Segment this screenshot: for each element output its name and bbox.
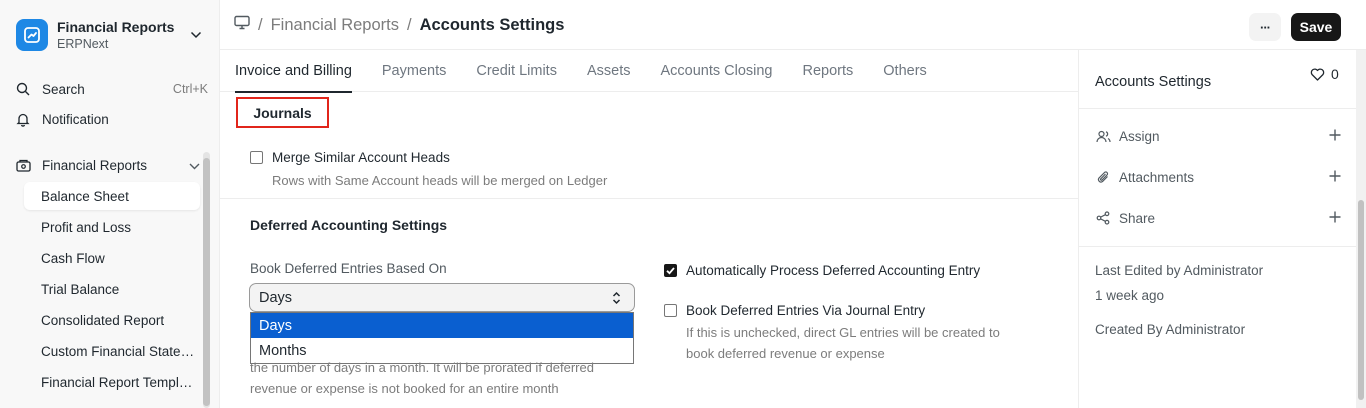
sidebar-item-financial-report-templates[interactable]: Financial Report Templates: [24, 368, 200, 396]
plus-icon[interactable]: [1329, 129, 1341, 144]
sidebar-item-label: Profit and Loss: [41, 219, 132, 235]
sidebar-scrollbar-thumb[interactable]: [203, 158, 210, 406]
sidebar: Financial Reports ERPNext Search Ctrl+K …: [0, 0, 220, 408]
section-heading-journals: Journals: [236, 97, 329, 128]
chevron-down-icon: [189, 158, 200, 173]
auto-process-checkbox[interactable]: [664, 264, 677, 277]
via-journal-description-2: book deferred revenue or expense: [686, 346, 885, 361]
select-option-days[interactable]: Days: [251, 313, 633, 338]
auto-process-label: Automatically Process Deferred Accountin…: [686, 263, 981, 278]
heart-icon: [1310, 67, 1325, 81]
paperclip-icon: [1095, 170, 1111, 185]
page-scrollbar-thumb[interactable]: [1358, 200, 1364, 400]
topbar: / Financial Reports / Accounts Settings …: [220, 0, 1366, 50]
chevron-down-icon: [186, 31, 206, 39]
breadcrumb-separator: /: [258, 15, 263, 34]
sidebar-item-cash-flow[interactable]: Cash Flow: [24, 244, 200, 272]
assign-label: Assign: [1119, 128, 1160, 144]
app-switcher[interactable]: Financial Reports ERPNext: [8, 10, 212, 60]
like-count: 0: [1331, 66, 1339, 82]
assign-row[interactable]: Assign: [1095, 125, 1341, 147]
plus-icon[interactable]: [1329, 170, 1341, 185]
tab-accounts-closing[interactable]: Accounts Closing: [645, 50, 787, 92]
sidebar-item-label: Consolidated Report: [41, 312, 165, 328]
tab-bar: Invoice and Billing Payments Credit Limi…: [220, 50, 1078, 93]
sidebar-search[interactable]: Search Ctrl+K: [8, 75, 212, 103]
search-icon: [14, 82, 32, 96]
sidebar-item-label: Custom Financial Statements: [41, 343, 195, 359]
divider: [1079, 246, 1357, 247]
sidebar-item-label: Financial Report Templates: [41, 374, 195, 390]
ellipsis-icon: ···: [1260, 19, 1271, 35]
page-scrollbar[interactable]: [1356, 50, 1366, 408]
users-icon: [1095, 130, 1111, 143]
breadcrumb-separator: /: [406, 15, 412, 34]
tab-payments[interactable]: Payments: [367, 50, 461, 92]
created-by[interactable]: Created By Administrator: [1095, 322, 1245, 337]
section-divider: [220, 198, 1078, 199]
share-row[interactable]: Share: [1095, 207, 1341, 229]
breadcrumb-root[interactable]: Financial Reports: [271, 16, 399, 35]
book-deferred-description-1: the number of days in a month. It will b…: [250, 360, 594, 375]
bell-icon: [14, 112, 32, 127]
app-subtitle: ERPNext: [57, 37, 109, 51]
via-journal-entry-field[interactable]: Book Deferred Entries Via Journal Entry: [664, 303, 925, 318]
app-logo-icon: [16, 19, 48, 51]
share-label: Share: [1119, 210, 1156, 226]
sidebar-item-custom-financial-statements[interactable]: Custom Financial Statements: [24, 337, 200, 365]
sidebar-section-financial-reports[interactable]: Financial Reports: [8, 151, 212, 179]
search-label: Search: [42, 81, 85, 97]
report-icon: [14, 159, 32, 172]
last-edited-by[interactable]: Last Edited by Administrator: [1095, 263, 1263, 278]
last-edited-time: 1 week ago: [1095, 288, 1165, 303]
desktop-icon[interactable]: [234, 15, 250, 35]
app-title: Financial Reports: [57, 19, 175, 35]
save-button[interactable]: Save: [1291, 13, 1341, 41]
section-label: Financial Reports: [42, 157, 148, 173]
breadcrumb: / Financial Reports / Accounts Settings: [234, 15, 564, 35]
sidebar-scrollbar[interactable]: [203, 152, 210, 408]
sidebar-item-label: Balance Sheet: [41, 188, 129, 204]
tab-credit-limits[interactable]: Credit Limits: [461, 50, 572, 92]
search-shortcut: Ctrl+K: [172, 82, 208, 96]
form-body: Journals Merge Similar Account Heads Row…: [220, 92, 1078, 408]
book-deferred-based-on-select[interactable]: Days: [249, 283, 635, 312]
tab-reports[interactable]: Reports: [788, 50, 869, 92]
divider: [1079, 108, 1357, 109]
book-deferred-description-2: revenue or expense is not booked for an …: [250, 381, 559, 396]
like-button[interactable]: 0: [1310, 66, 1339, 82]
more-options-button[interactable]: ···: [1249, 13, 1281, 41]
auto-process-deferred-field[interactable]: Automatically Process Deferred Accountin…: [664, 263, 980, 278]
sidebar-item-consolidated-report[interactable]: Consolidated Report: [24, 306, 200, 334]
select-value: Days: [259, 289, 293, 306]
page-title: Accounts Settings: [419, 15, 565, 34]
notification-label: Notification: [42, 111, 109, 127]
plus-icon[interactable]: [1329, 211, 1341, 226]
share-icon: [1095, 211, 1111, 225]
check-icon: [666, 267, 675, 275]
book-deferred-based-on-label: Book Deferred Entries Based On: [250, 261, 447, 276]
tab-others[interactable]: Others: [868, 50, 942, 92]
merge-description: Rows with Same Account heads will be mer…: [272, 173, 608, 188]
via-journal-label: Book Deferred Entries Via Journal Entry: [686, 303, 926, 318]
select-arrows-icon: [612, 291, 621, 309]
via-journal-description-1: If this is unchecked, direct GL entries …: [686, 325, 1000, 340]
merge-similar-account-heads-field[interactable]: Merge Similar Account Heads: [250, 150, 450, 165]
sidebar-item-balance-sheet[interactable]: Balance Sheet: [24, 182, 200, 210]
merge-checkbox[interactable]: [250, 151, 263, 164]
sidebar-item-profit-and-loss[interactable]: Profit and Loss: [24, 213, 200, 241]
form-sidebar: Accounts Settings 0 Assign Attachments S…: [1078, 50, 1357, 408]
attachments-label: Attachments: [1119, 169, 1195, 185]
via-journal-checkbox[interactable]: [664, 304, 677, 317]
sidebar-item-trial-balance[interactable]: Trial Balance: [24, 275, 200, 303]
tab-assets[interactable]: Assets: [572, 50, 646, 92]
attachments-row[interactable]: Attachments: [1095, 166, 1341, 188]
tab-invoice-and-billing[interactable]: Invoice and Billing: [220, 50, 367, 93]
sidebar-item-label: Cash Flow: [41, 250, 105, 266]
form-sidebar-title: Accounts Settings: [1095, 74, 1212, 90]
sidebar-notification[interactable]: Notification: [8, 105, 212, 133]
section-heading-deferred-accounting: Deferred Accounting Settings: [250, 217, 448, 233]
sidebar-item-label: Trial Balance: [41, 281, 120, 297]
merge-label: Merge Similar Account Heads: [272, 150, 450, 165]
